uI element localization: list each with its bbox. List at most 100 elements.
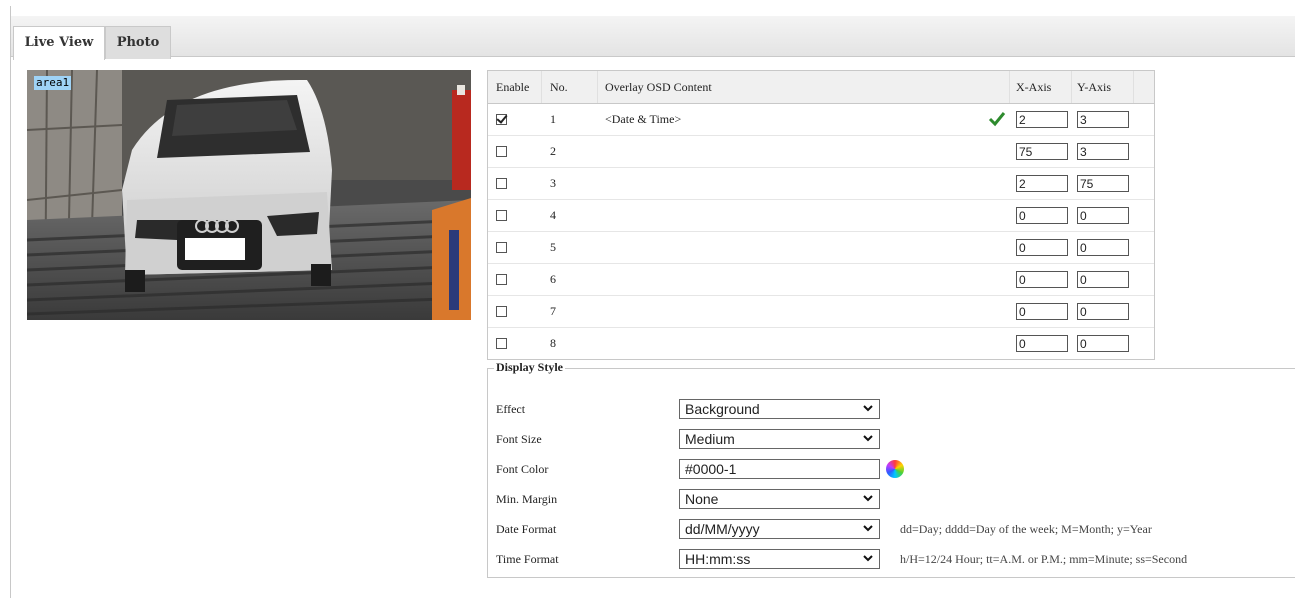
osd-table: Enable No. Overlay OSD Content X-Axis Y-… [487,70,1155,360]
min-margin-value: None [685,491,719,507]
time-format-select[interactable]: HH:mm:ss [679,549,880,569]
time-format-row: Time Format HH:mm:ss h/H=12/24 Hour; tt=… [488,549,1288,571]
y-axis-input[interactable] [1077,143,1129,160]
enable-cell [488,200,542,231]
video-frame-image [27,70,471,320]
tab-live-view[interactable]: Live View [13,26,105,60]
date-format-row: Date Format dd/MM/yyyy dd=Day; dddd=Day … [488,519,1288,541]
font-color-row: Font Color #0000-1 [488,459,1288,481]
y-axis-input[interactable] [1077,207,1129,224]
x-axis-cell [1010,296,1072,327]
area-label: area1 [34,76,72,90]
osd-table-body: 1 <Date & Time> 2 3 4 5 6 7 8 [488,104,1154,359]
osd-table-header: Enable No. Overlay OSD Content X-Axis Y-… [488,71,1154,104]
x-axis-cell [1010,232,1072,263]
table-row: 6 [488,264,1154,296]
osd-content-cell[interactable] [598,264,1010,295]
osd-content-cell[interactable] [598,328,1010,359]
enable-cell [488,136,542,167]
y-axis-cell [1072,136,1134,167]
table-row: 2 [488,136,1154,168]
y-axis-cell [1072,296,1134,327]
date-format-value: dd/MM/yyyy [685,521,760,537]
effect-row: Effect Background [488,399,1288,421]
enable-checkbox[interactable] [496,146,507,157]
display-style-legend: Display Style [494,360,566,375]
effect-select[interactable]: Background [679,399,880,419]
date-format-hint: dd=Day; dddd=Day of the week; M=Month; y… [900,522,1152,536]
enable-checkbox[interactable] [496,338,507,349]
table-row: 3 [488,168,1154,200]
font-size-select[interactable]: Medium [679,429,880,449]
chevron-down-icon [863,525,873,532]
row-number: 6 [550,272,556,286]
header-no: No. [542,71,598,103]
min-margin-select[interactable]: None [679,489,880,509]
x-axis-input[interactable] [1016,271,1068,288]
live-video-preview[interactable]: area1 [27,70,471,320]
effect-label: Effect [496,402,526,416]
row-number: 3 [550,176,556,190]
table-row: 1 <Date & Time> [488,104,1154,136]
table-row: 5 [488,232,1154,264]
enable-checkbox[interactable] [496,242,507,253]
font-color-input[interactable]: #0000-1 [679,459,880,479]
x-axis-input[interactable] [1016,111,1068,128]
osd-content-cell[interactable] [598,200,1010,231]
enable-checkbox[interactable] [496,178,507,189]
display-style-group: Display Style Effect Background Font Siz… [487,360,1295,578]
y-axis-input[interactable] [1077,271,1129,288]
x-axis-input[interactable] [1016,303,1068,320]
osd-content-cell[interactable]: <Date & Time> [598,104,1010,135]
y-axis-input[interactable] [1077,111,1129,128]
y-axis-input[interactable] [1077,335,1129,352]
header-enable: Enable [488,71,542,103]
tab-bar: Live View Photo [11,16,1295,60]
x-axis-input[interactable] [1016,143,1068,160]
color-picker-icon[interactable] [886,460,904,478]
row-number: 1 [550,112,556,126]
time-format-label: Time Format [496,552,559,566]
y-axis-input[interactable] [1077,175,1129,192]
y-axis-cell [1072,264,1134,295]
x-axis-input[interactable] [1016,175,1068,192]
enable-checkbox[interactable] [496,306,507,317]
x-axis-cell [1010,200,1072,231]
tab-photo[interactable]: Photo [105,26,171,59]
effect-value: Background [685,401,760,417]
table-row: 4 [488,200,1154,232]
header-content: Overlay OSD Content [598,71,1010,103]
chevron-down-icon [863,495,873,502]
row-number: 5 [550,240,556,254]
x-axis-input[interactable] [1016,239,1068,256]
y-axis-cell [1072,168,1134,199]
date-format-select[interactable]: dd/MM/yyyy [679,519,880,539]
min-margin-label: Min. Margin [496,492,558,506]
y-axis-input[interactable] [1077,239,1129,256]
row-number: 4 [550,208,556,222]
y-axis-input[interactable] [1077,303,1129,320]
row-number: 8 [550,336,556,350]
x-axis-cell [1010,168,1072,199]
osd-content-cell[interactable] [598,136,1010,167]
row-number: 2 [550,144,556,158]
osd-content-text: <Date & Time> [605,112,682,126]
font-size-value: Medium [685,431,735,447]
header-y-axis: Y-Axis [1072,71,1134,103]
y-axis-cell [1072,232,1134,263]
enable-checkbox[interactable] [496,210,507,221]
enable-cell [488,296,542,327]
min-margin-row: Min. Margin None [488,489,1288,511]
osd-content-cell[interactable] [598,168,1010,199]
font-color-label: Font Color [496,462,549,476]
x-axis-input[interactable] [1016,207,1068,224]
enable-cell [488,104,542,135]
osd-content-cell[interactable] [598,296,1010,327]
chevron-down-icon [863,555,873,562]
enable-checkbox[interactable] [496,274,507,285]
osd-content-cell[interactable] [598,232,1010,263]
enable-checkbox[interactable] [496,114,507,125]
enable-cell [488,232,542,263]
table-row: 8 [488,328,1154,359]
x-axis-input[interactable] [1016,335,1068,352]
